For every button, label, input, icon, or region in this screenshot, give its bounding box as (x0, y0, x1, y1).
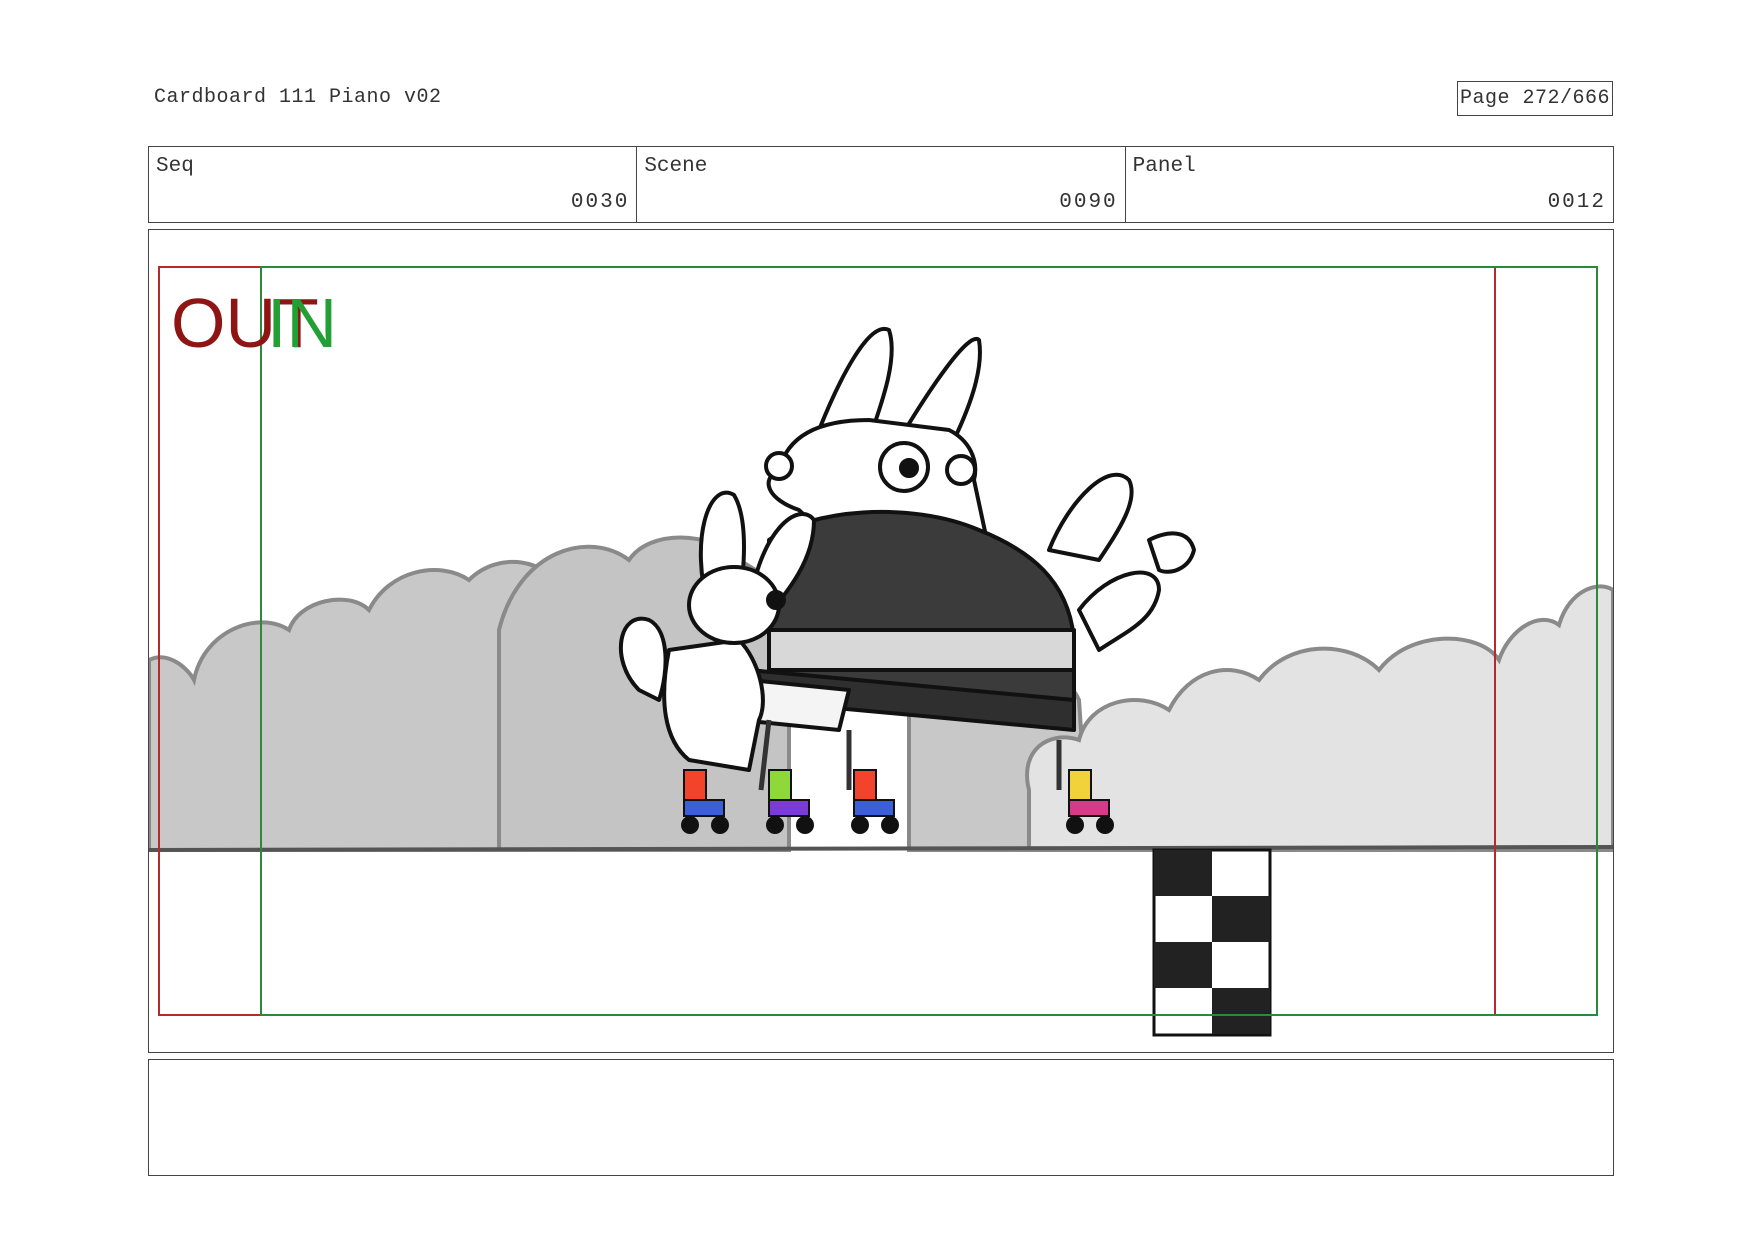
seq-label: Seq (156, 155, 194, 178)
panel-drawing: OUT IN (149, 266, 1613, 1037)
page-number: Page 272/666 (1457, 81, 1613, 116)
scene-label: Scene (644, 155, 708, 178)
notes-box (148, 1059, 1614, 1176)
panel-value: 0012 (1547, 191, 1606, 214)
in-tag: IN (267, 284, 337, 362)
seq-cell: Seq 0030 (149, 147, 638, 222)
checkered-pole (1152, 848, 1272, 1037)
scene-value: 0090 (1059, 191, 1118, 214)
shot-info-table: Seq 0030 Scene 0090 Panel 0012 (148, 146, 1614, 223)
seq-value: 0030 (570, 191, 630, 214)
scene-cell: Scene 0090 (637, 147, 1126, 222)
storyboard-panel: OUT IN (148, 229, 1614, 1053)
panel-label: Panel (1132, 155, 1196, 178)
panel-cell: Panel 0012 (1126, 147, 1613, 222)
document-title: Cardboard 111 Piano v02 (154, 86, 442, 109)
